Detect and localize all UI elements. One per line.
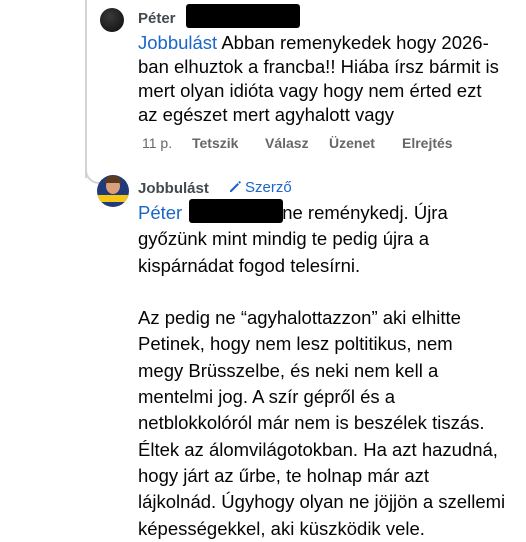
reply-author-name[interactable]: Jobbulást	[138, 180, 209, 197]
reply-text-line: Éltek az álomvilágotokban. Ha azt hazudn…	[138, 438, 498, 460]
reply-avatar[interactable]	[97, 175, 129, 207]
comment-text-line: az egészet mert agyhalott vagy	[138, 104, 395, 125]
comment-text-line: mert olyan idióta vagy hogy nem érted ez…	[138, 80, 482, 101]
like-button[interactable]: Tetszik	[192, 135, 238, 151]
comment-text-line: Abban remenykedek hogy 2026-	[221, 32, 489, 53]
author-badge: Szerző	[228, 179, 292, 196]
reply-body: Péter ne reménykedj. Újra győzünk mint mi…	[138, 200, 523, 542]
reply-text-line: Az pedig ne “agyhalottazzon” aki elhitte	[138, 307, 461, 329]
reply-text-line: megy Brüsszelbe, és neki nem kell a	[138, 359, 439, 381]
reply-text-line: győzünk mint mindig te pedig újra a	[138, 228, 430, 250]
comment-timestamp[interactable]: 11 p.	[142, 135, 172, 151]
comment-text-line: ban elhuztok a francba!! Hiába írsz bárm…	[138, 56, 499, 77]
reply-button[interactable]: Válasz	[265, 135, 309, 151]
reply-text-line: netblokkolóról már nem is beszélek tiszá…	[138, 412, 485, 434]
author-badge-label: Szerző	[245, 179, 292, 196]
message-button[interactable]: Üzenet	[329, 135, 375, 151]
comment-author-name[interactable]: Péter	[138, 10, 176, 27]
reply-text-line: kispárnádat fogod telesírni.	[138, 254, 361, 276]
mention-link[interactable]: Jobbulást	[138, 32, 217, 53]
reply-text-line: mentelmi jog. A szír gépről és a	[138, 386, 396, 408]
reply-text-line: Petinek, hogy nem lesz poltitikus, nem	[138, 333, 453, 355]
reply-text-line: hogy járt az űrbe, te holnap már azt	[138, 464, 430, 486]
redacted-surname	[186, 4, 300, 28]
hide-button[interactable]: Elrejtés	[402, 135, 453, 151]
reply-text-line: képességekkel, aki küszködik vele.	[138, 517, 425, 539]
comment-body: Jobbulást Abban remenykedek hogy 2026- b…	[138, 31, 499, 127]
comment-avatar[interactable]	[100, 8, 124, 32]
reply-text-line: lájkolnád. Úgyhogy olyan ne jöjjön a sze…	[138, 491, 506, 513]
pencil-icon	[230, 181, 241, 192]
mention-link[interactable]: Péter	[138, 202, 182, 223]
reply-text-line: ne reménykedj. Újra	[282, 202, 448, 223]
